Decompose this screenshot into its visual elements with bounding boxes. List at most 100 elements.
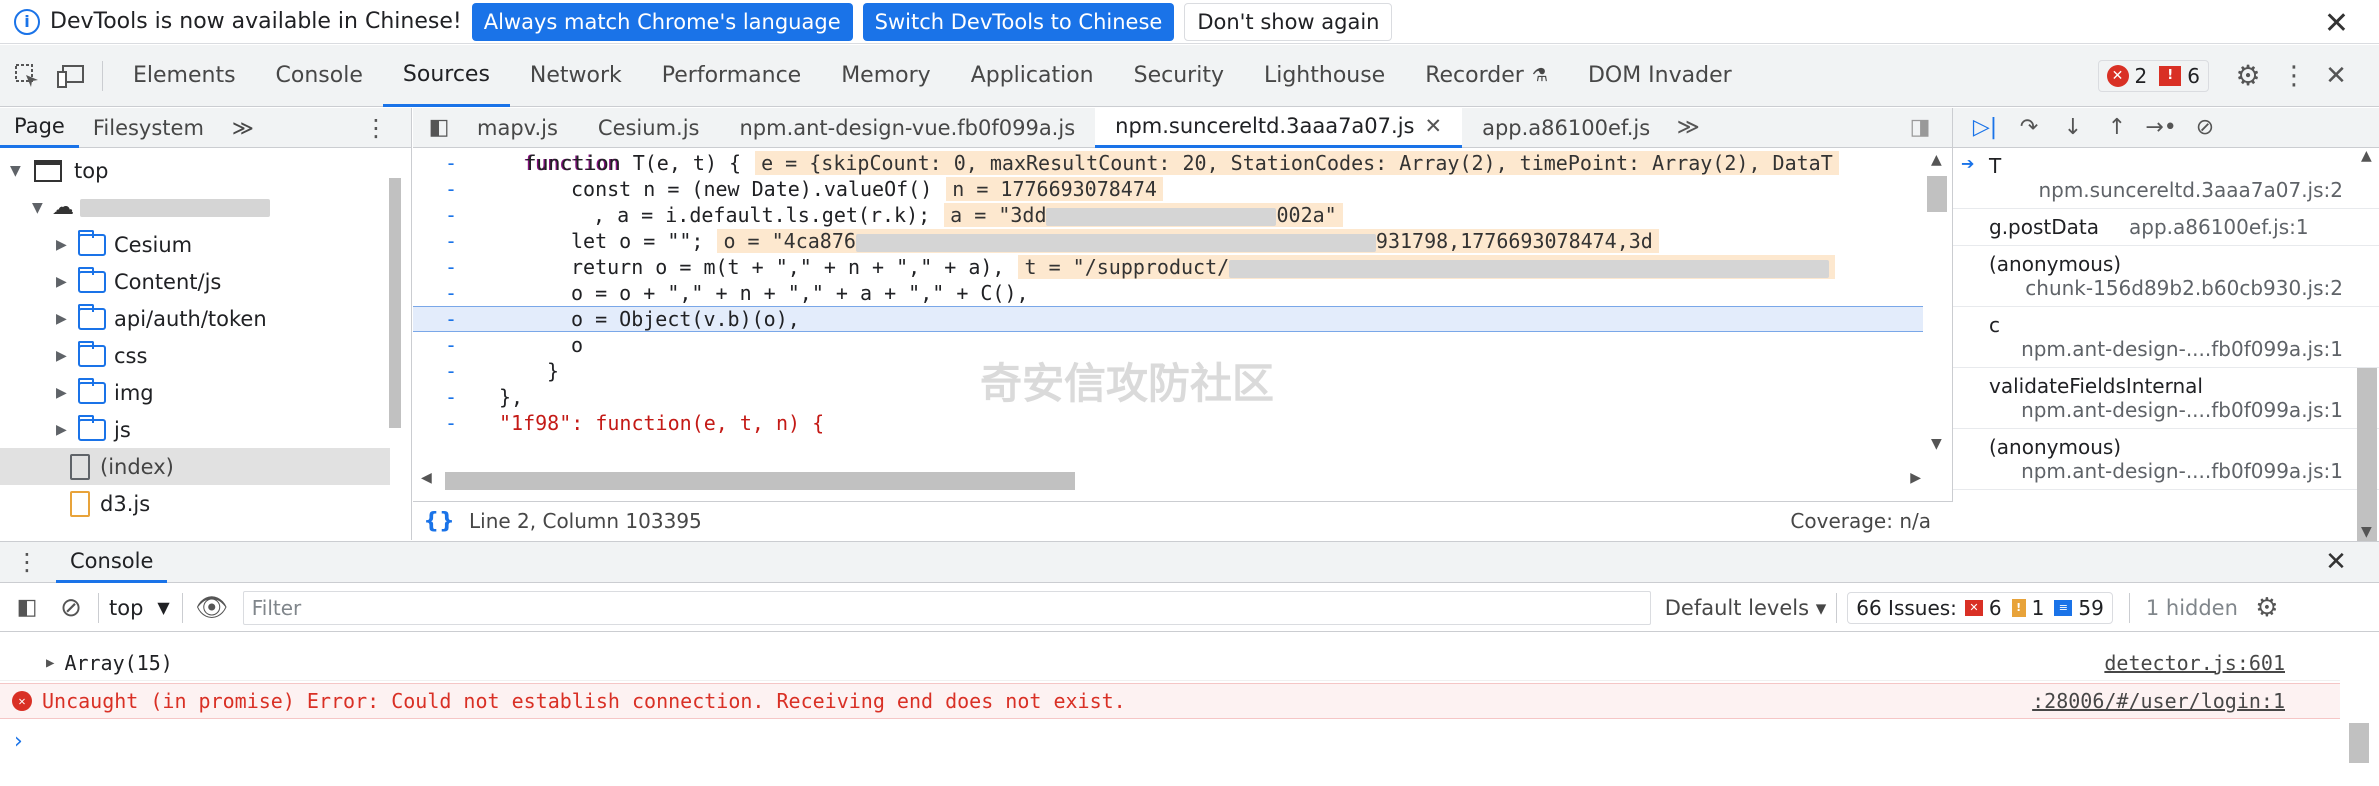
- file-tab[interactable]: app.a86100ef.js: [1462, 108, 1670, 148]
- expand-triangle-icon[interactable]: ▶: [46, 655, 54, 671]
- horizontal-scrollbar[interactable]: ◀ ▶: [421, 468, 1921, 492]
- more-tabs-icon[interactable]: ≫: [218, 108, 268, 148]
- dont-show-again-button[interactable]: Don't show again: [1184, 2, 1393, 41]
- tab-security[interactable]: Security: [1114, 45, 1244, 107]
- console-prompt[interactable]: ›: [0, 723, 2340, 759]
- tree-folder[interactable]: ▶ Content/js: [0, 263, 390, 300]
- code-text: let o = "";: [571, 229, 704, 253]
- close-icon[interactable]: ✕: [2324, 6, 2349, 41]
- call-frame[interactable]: g.postData app.a86100ef.js:1: [1953, 209, 2379, 246]
- inline-value: o = "4ca876 931798,1776693078474,3d: [717, 229, 1659, 253]
- code-editor: ◧ mapv.js Cesium.js npm.ant-design-vue.fb0…: [413, 107, 1953, 540]
- tree-folder[interactable]: ▶ img: [0, 374, 390, 411]
- collapsed-triangle-icon: ▶: [56, 421, 67, 438]
- call-frame[interactable]: (anonymous) chunk-156d89b2.b60cb930.js:2: [1953, 246, 2379, 307]
- always-match-language-button[interactable]: Always match Chrome's language: [471, 2, 853, 41]
- inspect-element-icon[interactable]: [12, 61, 42, 91]
- toggle-navigator-icon[interactable]: ◧: [421, 115, 457, 140]
- tree-item-origin[interactable]: ▼ ☁: [0, 189, 390, 226]
- tab-recorder[interactable]: Recorder ⚗: [1405, 45, 1568, 107]
- call-frame[interactable]: c npm.ant-design-....fb0f099a.js:1: [1953, 307, 2379, 368]
- tab-application[interactable]: Application: [951, 45, 1114, 107]
- info-icon: i: [14, 8, 40, 35]
- resume-icon[interactable]: ▷|: [1963, 115, 2007, 140]
- tab-network[interactable]: Network: [510, 45, 642, 107]
- sidebar-scrollbar[interactable]: ▲ ▼: [2355, 148, 2379, 558]
- filter-input[interactable]: Filter: [242, 590, 1651, 625]
- toggle-sidebar-icon[interactable]: ◧: [10, 595, 44, 620]
- navigator-menu-icon[interactable]: ⋮: [361, 114, 391, 142]
- context-selector[interactable]: top ▼: [109, 596, 170, 620]
- log-levels-dropdown[interactable]: Default levels ▾: [1665, 596, 1827, 620]
- tree-folder[interactable]: ▶ api/auth/token: [0, 300, 390, 337]
- file-tab-list: mapv.js Cesium.js npm.ant-design-vue.fb0f0…: [457, 107, 1670, 148]
- tab-console[interactable]: Console: [256, 45, 383, 107]
- source-link[interactable]: :28006/#/user/login:1: [2032, 689, 2285, 713]
- frame-name: g.postData: [1989, 215, 2099, 239]
- debugger-sidebar: ▷| ↷ ↓ ↑ →• ⊘ ➔ Tnpm.suncereltd.3aaa7a07.…: [1953, 108, 2379, 558]
- toggle-debugger-icon[interactable]: ◨: [1902, 115, 1938, 140]
- code-area[interactable]: - function function T(e, t) {e = {skipCoun…: [413, 148, 1923, 466]
- tree-item-top[interactable]: ▼ top: [0, 152, 390, 189]
- file-tab[interactable]: npm.suncereltd.3aaa7a07.js ✕: [1095, 107, 1463, 148]
- tab-memory[interactable]: Memory: [821, 45, 950, 107]
- step-out-icon[interactable]: ↑: [2095, 115, 2139, 140]
- console-output: ▶ Array(15) detector.js:601 ✕ Uncaught (…: [0, 633, 2379, 786]
- step-icon[interactable]: →•: [2139, 115, 2183, 140]
- tab-elements[interactable]: Elements: [113, 45, 256, 107]
- console-scrollbar[interactable]: [2347, 633, 2371, 786]
- console-settings-icon[interactable]: ⚙: [2250, 593, 2284, 623]
- folder-icon: [78, 414, 106, 441]
- tab-performance[interactable]: Performance: [642, 45, 821, 107]
- cursor-position: Line 2, Column 103395: [469, 509, 702, 533]
- tab-page[interactable]: Page: [0, 108, 79, 148]
- close-drawer-icon[interactable]: ✕: [2321, 547, 2351, 577]
- close-devtools-icon[interactable]: ✕: [2321, 61, 2351, 91]
- step-over-icon[interactable]: ↷: [2007, 115, 2051, 140]
- collapsed-triangle-icon: ▶: [56, 310, 67, 327]
- step-into-icon[interactable]: ↓: [2051, 115, 2095, 140]
- close-tab-icon[interactable]: ✕: [1424, 114, 1442, 138]
- clear-console-icon[interactable]: ⊘: [54, 593, 88, 623]
- issues-counter[interactable]: 66 Issues: ✕ 6 ! 1 ≡ 59: [1847, 591, 2113, 624]
- tree-item-label: (index): [100, 454, 174, 479]
- vertical-scrollbar[interactable]: ▲ ▼: [1925, 152, 1949, 452]
- code-line: -, a = i.default.ls.get(r.k); a = "3dd 002…: [413, 202, 1923, 228]
- folder-icon: [78, 377, 106, 404]
- tab-sources[interactable]: Sources: [382, 45, 510, 107]
- drawer-tab-console[interactable]: Console: [56, 541, 168, 583]
- navigator-scrollbar[interactable]: [389, 156, 403, 536]
- call-frame[interactable]: validateFieldsInternal npm.ant-design-...…: [1953, 368, 2379, 429]
- tree-item-label: Content/js: [114, 269, 222, 294]
- source-link[interactable]: detector.js:601: [2104, 651, 2285, 675]
- call-frame[interactable]: ➔ Tnpm.suncereltd.3aaa7a07.js:2: [1953, 148, 2379, 209]
- drawer-menu-icon[interactable]: ⋮: [12, 548, 42, 576]
- console-error-message[interactable]: ✕ Uncaught (in promise) Error: Could not…: [0, 683, 2340, 719]
- tab-filesystem[interactable]: Filesystem: [79, 108, 218, 148]
- tab-lighthouse[interactable]: Lighthouse: [1244, 45, 1405, 107]
- deactivate-breakpoints-icon[interactable]: ⊘: [2183, 115, 2227, 140]
- file-tab[interactable]: mapv.js: [457, 108, 578, 148]
- eye-icon[interactable]: 👁: [195, 593, 229, 623]
- gear-icon[interactable]: ⚙: [2233, 59, 2263, 92]
- error-icon: ✕: [12, 691, 32, 711]
- console-message[interactable]: ▶ Array(15) detector.js:601: [0, 645, 2340, 681]
- folder-icon: [78, 340, 106, 367]
- tree-folder[interactable]: ▶ css: [0, 337, 390, 374]
- error-warning-counter[interactable]: ✕ 2 ! 6: [2097, 59, 2209, 92]
- switch-to-chinese-button[interactable]: Switch DevTools to Chinese: [862, 2, 1175, 41]
- frame-name: c: [1989, 313, 2000, 337]
- tab-dom-invader[interactable]: DOM Invader: [1568, 45, 1752, 107]
- file-tab[interactable]: Cesium.js: [578, 108, 720, 148]
- call-frame[interactable]: (anonymous) npm.ant-design-....fb0f099a.j…: [1953, 429, 2379, 490]
- more-files-icon[interactable]: ≫: [1670, 115, 1706, 140]
- tree-item-index[interactable]: (index): [0, 448, 390, 485]
- pretty-print-icon[interactable]: {}: [419, 509, 459, 534]
- more-options-icon[interactable]: ⋮: [2279, 61, 2309, 91]
- tree-folder[interactable]: ▶ js: [0, 411, 390, 448]
- warning-flag-icon: !: [2159, 65, 2182, 86]
- tree-folder[interactable]: ▶ Cesium: [0, 226, 390, 263]
- device-toolbar-icon[interactable]: [56, 61, 86, 91]
- tree-item-d3[interactable]: d3.js: [0, 485, 390, 522]
- file-tab[interactable]: npm.ant-design-vue.fb0f099a.js: [719, 108, 1095, 148]
